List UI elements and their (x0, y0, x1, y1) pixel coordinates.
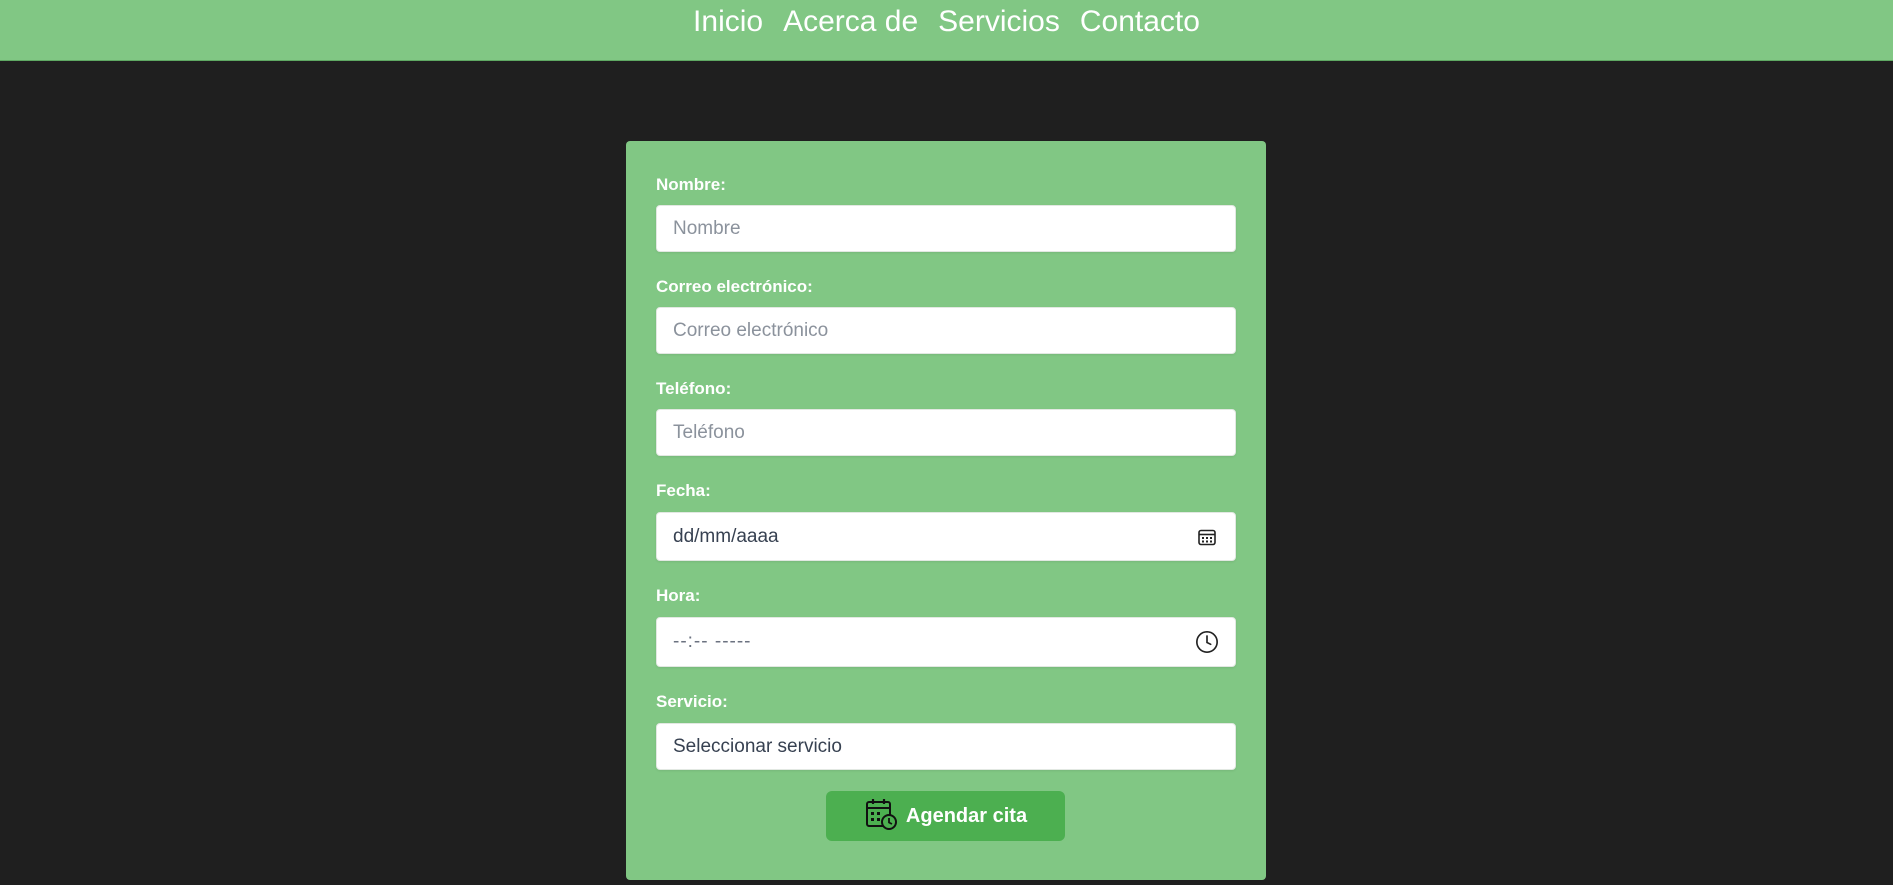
nombre-label: Nombre: (656, 175, 726, 194)
hora-value: --:-- ----- (673, 631, 752, 652)
calendar-icon[interactable] (1195, 525, 1219, 549)
appointment-form: Nombre: Correo electrónico: Teléfono: Fe… (626, 141, 1266, 880)
nombre-input[interactable] (673, 217, 1219, 240)
servicio-select[interactable]: Seleccionar servicio (656, 723, 1236, 770)
fecha-value: dd/mm/aaaa (673, 525, 779, 547)
nav-link-inicio[interactable]: Inicio (693, 3, 763, 41)
nav-link-acerca-de[interactable]: Acerca de (783, 3, 918, 41)
agendar-cita-button[interactable]: Agendar cita (826, 791, 1065, 841)
nav-link-contacto[interactable]: Contacto (1080, 3, 1200, 41)
calendar-clock-icon (864, 797, 898, 836)
agendar-cita-label: Agendar cita (905, 804, 1028, 827)
telefono-input[interactable] (673, 421, 1219, 444)
nav-links: Inicio Acerca de Servicios Contacto (693, 0, 1200, 41)
hora-input[interactable]: --:-- ----- (656, 617, 1236, 667)
fecha-input[interactable]: dd/mm/aaaa (656, 512, 1236, 561)
correo-field-box (656, 307, 1236, 354)
servicio-label: Servicio: (656, 692, 728, 711)
telefono-label: Teléfono: (656, 379, 732, 398)
nombre-field-box (656, 205, 1236, 252)
clock-icon[interactable] (1195, 630, 1219, 654)
fecha-label: Fecha: (656, 481, 711, 500)
hora-label: Hora: (656, 586, 701, 605)
correo-input[interactable] (673, 319, 1219, 342)
top-navbar: Inicio Acerca de Servicios Contacto (0, 0, 1893, 61)
telefono-field-box (656, 409, 1236, 456)
nav-link-servicios[interactable]: Servicios (938, 3, 1060, 41)
correo-label: Correo electrónico: (656, 277, 813, 296)
servicio-selected-value: Seleccionar servicio (673, 735, 842, 757)
